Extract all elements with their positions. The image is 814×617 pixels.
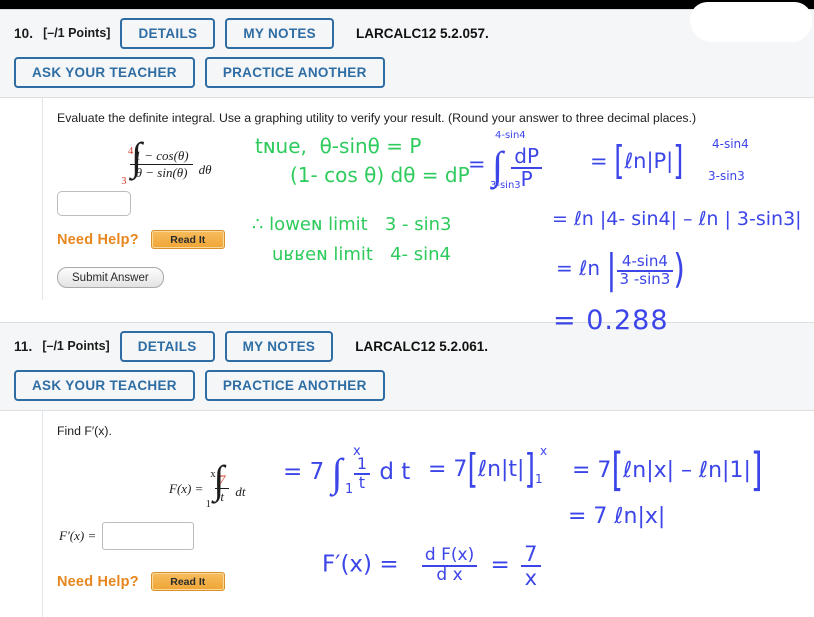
question-11-header: 11. [–/1 Points] DETAILS MY NOTES LARCAL… — [0, 322, 814, 412]
my-notes-button-11[interactable]: MY NOTES — [224, 330, 334, 362]
ask-your-teacher-button-10[interactable]: ASK YOUR TEACHER — [14, 56, 195, 88]
ask-your-teacher-button-11[interactable]: ASK YOUR TEACHER — [14, 369, 195, 401]
question-11-content: Find F′(x). F(x) = ∫x1 7 t dt F′(x) = Need … — [43, 411, 814, 617]
details-button-11[interactable]: DETAILS — [119, 330, 215, 362]
question-11-formula: F(x) = ∫x1 7 t dt — [57, 446, 814, 511]
question-11-answer-input[interactable] — [102, 522, 195, 551]
question-10-spacer — [0, 300, 814, 323]
question-11-body: Find F′(x). F(x) = ∫x1 7 t dt F′(x) = Need … — [0, 411, 814, 617]
question-10-submit-row: Submit Answer — [57, 267, 814, 300]
question-block-11: 11. [–/1 Points] DETAILS MY NOTES LARCAL… — [0, 322, 814, 617]
question-10-body: Evaluate the definite integral. Use a gr… — [0, 98, 814, 301]
read-it-button-11[interactable]: Read It — [150, 572, 225, 592]
question-10-need-help-row: Need Help? Read It — [57, 230, 814, 250]
question-10-points: [–/1 Points] — [43, 26, 111, 40]
question-11-need-help-row: Need Help? Read It — [57, 572, 814, 592]
question-11-prompt: Find F′(x). — [57, 424, 112, 439]
question-11-code: LARCALC12 5.2.061. — [355, 338, 489, 354]
integrand-denominator-11: t — [214, 488, 230, 505]
question-block-10: 10. [–/1 Points] DETAILS MY NOTES LARCAL… — [0, 9, 814, 323]
question-10-integral: ∫43 1 − cos(θ) θ − sin(θ) dθ — [57, 133, 814, 197]
integral-differential-11: dt — [235, 484, 246, 500]
question-10-content: Evaluate the definite integral. Use a gr… — [43, 98, 814, 300]
integrand-fraction: 1 − cos(θ) θ − sin(θ) — [130, 148, 193, 181]
question-11-answer-row: F′(x) = — [57, 522, 814, 551]
question-10-number: 10. — [14, 25, 34, 41]
eraser-blob-overlay-secondary — [700, 20, 780, 38]
browser-top-bar — [0, 0, 814, 9]
my-notes-button-10[interactable]: MY NOTES — [225, 17, 334, 49]
submit-answer-button-10[interactable]: Submit Answer — [57, 267, 164, 289]
practice-another-button-11[interactable]: PRACTICE ANOTHER — [204, 369, 385, 401]
question-10-gutter — [0, 98, 43, 301]
details-button-10[interactable]: DETAILS — [120, 17, 216, 49]
integrand-denominator: θ − sin(θ) — [130, 164, 193, 181]
question-11-points: [–/1 Points] — [42, 339, 110, 354]
question-10-code: LARCALC12 5.2.057. — [355, 25, 489, 41]
integrand-numerator-11: 7 — [218, 472, 226, 488]
assignment-page: 10. [–/1 Points] DETAILS MY NOTES LARCAL… — [0, 9, 814, 617]
fprime-label: F′(x) = — [59, 528, 97, 544]
question-11-bottom-spacer — [57, 591, 814, 617]
formula-lhs: F(x) = — [169, 481, 204, 497]
question-11-number: 11. — [14, 338, 33, 354]
read-it-button-10[interactable]: Read It — [150, 230, 225, 250]
need-help-label-11: Need Help? — [57, 573, 139, 590]
integrand-numerator: 1 − cos(θ) — [134, 148, 189, 164]
integral-lower-limit: 3 — [121, 176, 127, 188]
integral-differential: dθ — [198, 162, 212, 178]
question-11-gutter — [0, 411, 43, 617]
need-help-label-10: Need Help? — [57, 231, 139, 248]
question-10-prompt: Evaluate the definite integral. Use a gr… — [57, 111, 697, 125]
integral-lower-limit-11: 1 — [205, 499, 211, 511]
integrand-fraction-11: 7t — [214, 472, 230, 505]
practice-another-button-10[interactable]: PRACTICE ANOTHER — [204, 56, 385, 88]
